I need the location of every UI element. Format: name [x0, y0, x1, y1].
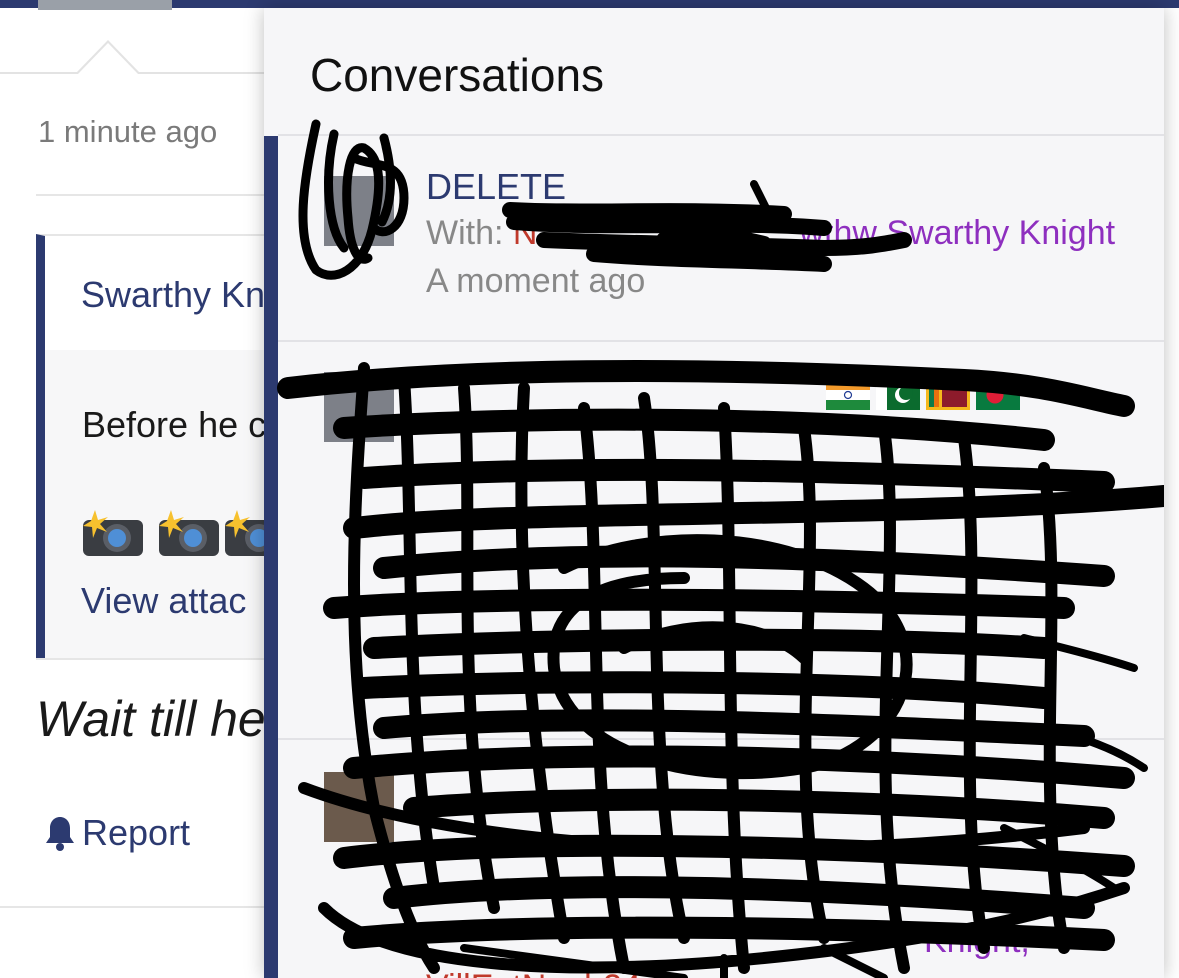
bell-icon — [46, 817, 74, 851]
post-timestamp[interactable]: 1 minute ago — [38, 114, 217, 150]
popover-title: Conversations — [310, 49, 605, 101]
avatar[interactable] — [324, 176, 394, 246]
bangladesh-flag-icon — [976, 380, 1020, 410]
flag-emojis — [826, 380, 1020, 410]
report-button[interactable]: Report — [44, 812, 190, 854]
conversation-item[interactable]: DELETE With: Nwthw Swarthy Knight A mome… — [264, 136, 1164, 342]
report-label: Report — [82, 812, 191, 853]
top-nav-bar — [0, 0, 1179, 8]
india-flag-icon — [826, 380, 870, 410]
post-text: Wait till he — [36, 691, 266, 747]
with-label: With: — [426, 214, 504, 252]
conversation-time: A moment ago — [426, 262, 646, 300]
quote-author-link[interactable]: Swarthy Kn — [81, 274, 264, 316]
conversation-title-link[interactable]: DELETE — [426, 166, 566, 208]
divider — [36, 194, 264, 196]
participant-link[interactable]: Knight, — [924, 922, 1030, 961]
pakistan-flag-icon — [876, 380, 920, 410]
conversations-popover: Conversations DELETE With: Nwthw Swarthy… — [264, 8, 1164, 978]
camera-flash-emoji-icon — [159, 510, 219, 556]
unread-accent-bar — [264, 740, 278, 978]
divider — [36, 658, 264, 660]
popover-caret-inner — [78, 43, 138, 74]
participant-link[interactable]: N — [513, 214, 538, 252]
conversation-item[interactable]: Knight, VillEatNoob24 — [264, 740, 1164, 978]
sri-lanka-flag-icon — [926, 380, 970, 410]
quote-block: Swarthy Kn Before he c View attac — [36, 234, 264, 658]
avatar[interactable] — [324, 372, 394, 442]
quote-text: Before he c — [82, 404, 264, 445]
participant-link[interactable]: VillEatNoob24 — [426, 968, 641, 978]
view-attachments-link[interactable]: View attac — [81, 580, 246, 622]
conversation-item[interactable] — [264, 342, 1164, 740]
unread-accent-bar — [264, 342, 278, 740]
avatar[interactable] — [324, 772, 394, 842]
conversation-participants: With: Nwthw Swarthy Knight — [426, 214, 1115, 253]
participant-link[interactable]: wthw Swarthy Knight — [799, 214, 1115, 252]
camera-flash-emoji-icon — [83, 510, 143, 556]
camera-flash-emoji-icon — [225, 510, 264, 556]
avatar[interactable] — [38, 0, 172, 10]
divider — [0, 906, 264, 908]
unread-accent-bar — [264, 136, 278, 342]
